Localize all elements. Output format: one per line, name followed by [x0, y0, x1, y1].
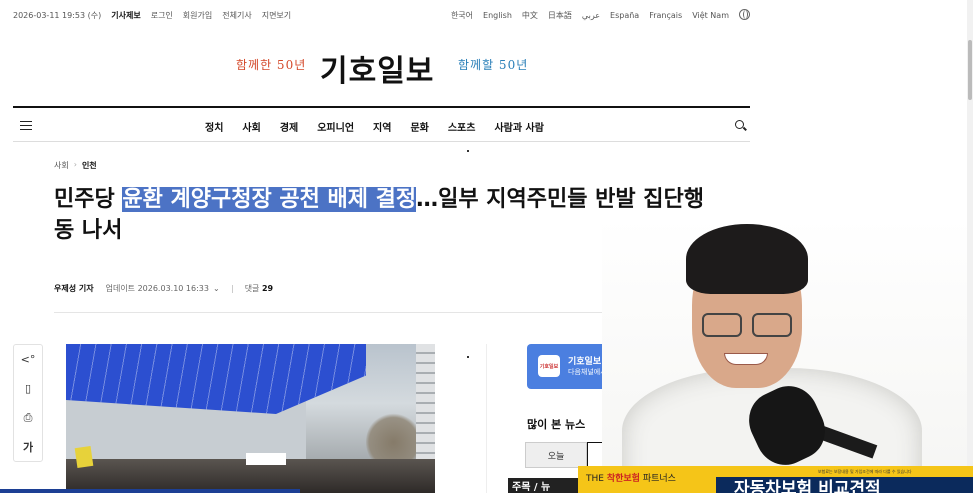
lang-vietnamese[interactable]: Việt Nam	[692, 11, 729, 20]
breadcrumb-separator-icon: ›	[73, 160, 77, 169]
lang-arabic[interactable]: عربي	[582, 11, 600, 20]
scrollbar-thumb[interactable]	[968, 40, 972, 100]
divider	[231, 284, 233, 293]
main-nav: 정치 사회 경제 오피니언 지역 문화 스포츠 사람과 사람	[13, 106, 750, 142]
link-signup[interactable]: 회원가입	[183, 10, 212, 21]
sponsor-fine-print: 보험료는 보장내용 및 가입조건에 따라 다를 수 있습니다	[818, 469, 912, 474]
menu-icon[interactable]	[20, 121, 32, 130]
slogan-left: 함께한 50년	[236, 58, 307, 72]
ticker-label: 주목 / 뉴	[508, 478, 588, 493]
presenter-hair	[686, 224, 808, 294]
updated-time: 업데이트 2026.03.10 16:33	[105, 284, 209, 293]
decorative-dot	[467, 150, 469, 152]
link-report[interactable]: 기사제보	[111, 10, 140, 21]
webcam-overlay	[602, 218, 973, 493]
chevron-down-icon[interactable]: ⌄	[213, 284, 220, 293]
tab-today[interactable]: 오늘	[525, 442, 587, 468]
nav-opinion[interactable]: 오피니언	[317, 119, 354, 134]
bookmark-icon[interactable]: ▯	[14, 374, 42, 403]
top-utility-bar: 2026-03-11 19:53 (수) 기사제보 로그인 회원가입 전체기사 …	[0, 0, 760, 28]
lang-spanish[interactable]: España	[610, 11, 639, 20]
lang-japanese[interactable]: 日本語	[548, 10, 572, 21]
sponsor-brand: THE 착한보험 파트너스	[586, 471, 676, 484]
sponsor-banner[interactable]: THE 착한보험 파트너스 보험료는 보장내용 및 가입조건에 따라 다를 수 …	[578, 466, 973, 493]
comments-count: 29	[261, 284, 274, 293]
current-datetime: 2026-03-11 19:53 (수)	[13, 11, 102, 20]
breadcrumb-section[interactable]: 사회	[54, 160, 69, 171]
comments[interactable]: 댓글 29	[245, 283, 273, 294]
column-divider	[486, 344, 487, 493]
share-icon[interactable]: <°	[14, 345, 42, 374]
site-logo[interactable]: 기호일보	[320, 46, 434, 90]
promo-name: 기호일보	[568, 357, 602, 367]
slogan-right: 함께할 50년	[458, 58, 529, 72]
lang-french[interactable]: Français	[649, 11, 682, 20]
link-all-articles[interactable]: 전체기사	[222, 10, 251, 21]
glasses-icon	[702, 313, 742, 337]
lang-korean[interactable]: 한국어	[451, 10, 473, 21]
photo-crowd	[66, 453, 435, 493]
presenter-mouth	[724, 353, 768, 365]
sponsor-panel-text: 자동차보험 비교견적	[716, 477, 973, 493]
nav-culture[interactable]: 문화	[410, 119, 428, 134]
nav-economy[interactable]: 경제	[280, 119, 298, 134]
top-links: 2026-03-11 19:53 (수) 기사제보 로그인 회원가입 전체기사 …	[13, 10, 291, 21]
link-login[interactable]: 로그인	[151, 10, 173, 21]
headline-selected-text: 윤환 계양구청장 공천 배제 결정	[122, 187, 417, 212]
headline-pre: 민주당	[54, 187, 123, 212]
globe-icon[interactable]	[739, 9, 750, 20]
search-icon[interactable]	[735, 120, 744, 129]
decorative-dot	[467, 356, 469, 358]
lang-chinese[interactable]: 中文	[522, 10, 538, 21]
scrollbar[interactable]	[967, 0, 973, 493]
sponsor-brand-suffix: 파트너스	[642, 474, 676, 484]
bottom-bar	[0, 489, 300, 493]
comments-label: 댓글	[244, 284, 260, 293]
breadcrumb-subsection[interactable]: 인천	[82, 160, 97, 171]
sponsor-brand-name: 착한보험	[606, 474, 640, 484]
glasses-icon	[752, 313, 792, 337]
popular-news-title: 많이 본 뉴스	[527, 418, 586, 431]
nav-items: 정치 사회 경제 오피니언 지역 문화 스포츠 사람과 사람	[205, 119, 544, 134]
breadcrumb: 사회 › 인천	[54, 160, 97, 171]
article-photo[interactable]	[66, 344, 435, 493]
language-selector: 한국어 English 中文 日本語 عربي España Français …	[451, 9, 750, 21]
lang-english[interactable]: English	[483, 11, 512, 20]
nav-people[interactable]: 사람과 사람	[494, 119, 543, 134]
nav-sports[interactable]: 스포츠	[448, 119, 476, 134]
nav-politics[interactable]: 정치	[205, 119, 223, 134]
print-icon[interactable]: ⎙	[14, 403, 42, 432]
channel-logo-icon: 기호일보	[538, 355, 560, 377]
nav-society[interactable]: 사회	[242, 119, 260, 134]
font-size-button[interactable]: 가	[14, 432, 42, 461]
nav-region[interactable]: 지역	[373, 119, 391, 134]
author-name[interactable]: 우제성 기자	[54, 283, 94, 294]
side-tools: <° ▯ ⎙ 가	[13, 344, 43, 462]
byline: 우제성 기자 업데이트 2026.03.10 16:33 ⌄ 댓글 29	[54, 283, 273, 294]
sponsor-brand-prefix: THE	[586, 474, 604, 484]
masthead: 함께한 50년 기호일보 함께할 50년	[0, 40, 760, 90]
link-print-edition[interactable]: 지면보기	[262, 10, 291, 21]
